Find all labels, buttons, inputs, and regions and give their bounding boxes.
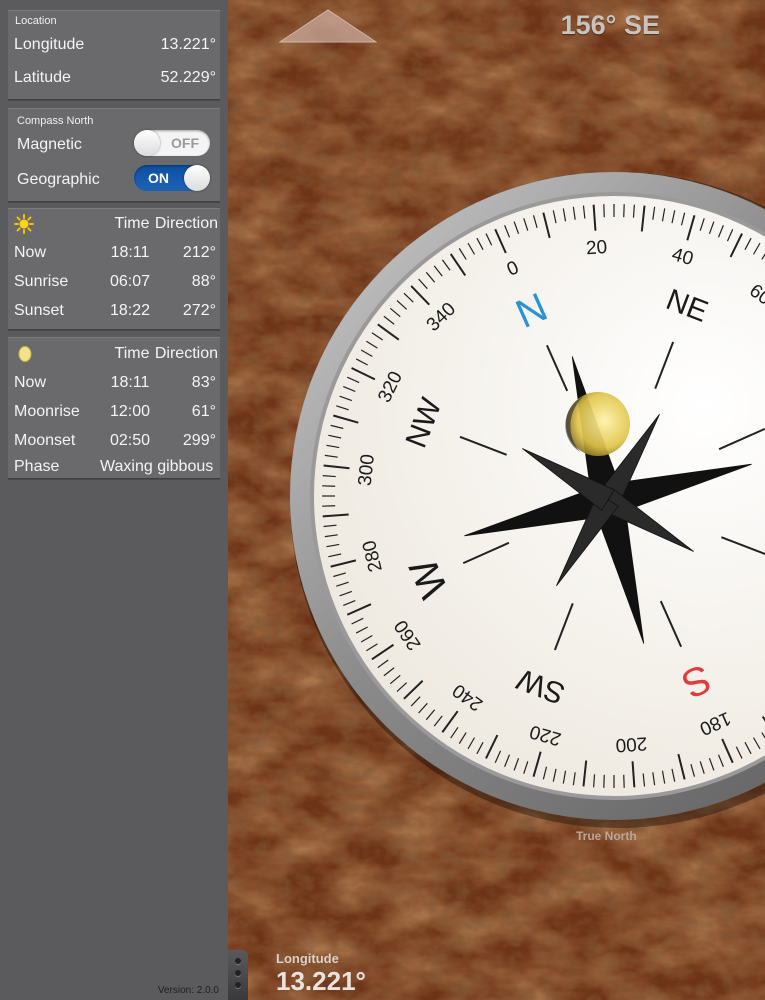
sun-time-header: Time — [114, 215, 150, 232]
sun-row-time: 18:22 — [109, 302, 151, 319]
moon-row-direction: 61° — [191, 403, 216, 420]
location-title: Location — [15, 15, 57, 27]
moon-row-time: 18:11 — [110, 374, 150, 391]
compass-view: 156° SE 02040608010012014016018020022024 — [228, 0, 765, 1000]
moon-icon — [18, 345, 32, 368]
moon-direction-header: Direction — [154, 345, 218, 362]
dial-tick-label: 300 — [355, 453, 379, 487]
compass-north-panel: Compass North Magnetic OFF Geographic ON — [8, 108, 220, 202]
geographic-label: Geographic — [17, 171, 100, 188]
location-panel: Location Longitude 13.221° Latitude 52.2… — [8, 10, 220, 100]
longitude-value: 13.221° — [160, 36, 216, 53]
magnetic-toggle[interactable]: OFF — [134, 130, 210, 156]
latitude-value: 52.229° — [160, 69, 216, 86]
compass-dial[interactable]: 0204060801001201401601802002202402602803… — [228, 0, 765, 1000]
version-label: Version: 2.0.0 — [157, 985, 219, 996]
moon-phase-label: Phase — [14, 458, 60, 475]
moon-row-label: Moonset — [14, 432, 76, 449]
sidebar: Location Longitude 13.221° Latitude 52.2… — [0, 0, 228, 1000]
compass-north-title: Compass North — [17, 115, 94, 127]
toggle-knob — [184, 165, 210, 191]
geographic-toggle[interactable]: ON — [134, 165, 210, 191]
dial-tick-label: 20 — [585, 237, 608, 259]
moon-row-time: 12:00 — [109, 403, 151, 420]
moon-row-label: Now — [14, 374, 47, 391]
moon-row-time: 02:50 — [109, 432, 151, 449]
sun-icon — [14, 214, 34, 239]
sun-row-label: Sunrise — [14, 273, 69, 290]
sun-row-time: 06:07 — [109, 273, 151, 290]
magnetic-toggle-state: OFF — [171, 135, 199, 151]
moon-row-direction: 299° — [182, 432, 216, 449]
sun-direction-header: Direction — [154, 215, 218, 232]
sun-row-time: 18:11 — [110, 244, 150, 261]
toggle-knob — [134, 130, 160, 156]
grip-handle[interactable] — [228, 950, 248, 1000]
true-north-label: True North — [576, 829, 637, 843]
bottom-longitude-label: Longitude — [276, 951, 339, 966]
dial-tick-label: 200 — [615, 732, 648, 755]
longitude-label: Longitude — [14, 36, 85, 53]
moon-row-direction: 83° — [191, 374, 216, 391]
sun-panel: Time Direction Now 18:11 212° Sunrise 06… — [8, 208, 220, 330]
sun-row-label: Now — [14, 244, 47, 261]
sun-row-direction: 272° — [182, 302, 216, 319]
moon-phase-value: Waxing gibbous — [100, 458, 214, 475]
bottom-longitude-value: 13.221° — [276, 966, 366, 996]
latitude-label: Latitude — [14, 69, 71, 86]
sun-row-direction: 88° — [191, 273, 216, 290]
sun-row-direction: 212° — [182, 244, 216, 261]
sun-row-label: Sunset — [14, 302, 64, 319]
moon-row-label: Moonrise — [14, 403, 80, 420]
geographic-toggle-state: ON — [148, 170, 169, 186]
moon-panel: Time Direction Now 18:11 83° Moonrise 12… — [8, 337, 220, 479]
moon-time-header: Time — [114, 345, 150, 362]
magnetic-label: Magnetic — [17, 136, 82, 153]
